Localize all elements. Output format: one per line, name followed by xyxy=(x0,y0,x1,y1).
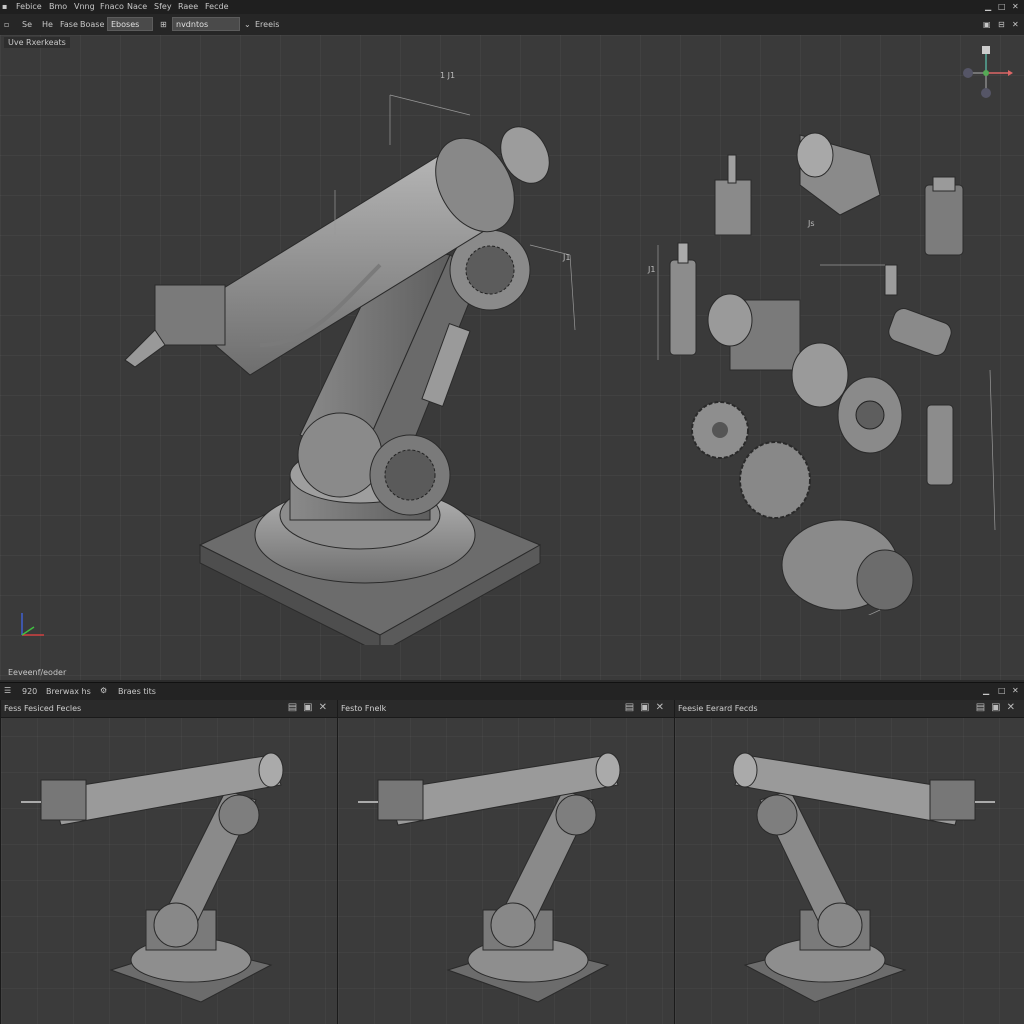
close-button[interactable]: ✕ xyxy=(1012,2,1019,11)
subview-1-robot-model[interactable] xyxy=(11,740,311,1010)
toolbar-close-icon[interactable]: ✕ xyxy=(1012,20,1019,29)
subview-2-title: Festo Fnelk xyxy=(341,704,387,713)
subview-2-controls[interactable]: ▤▣✕ xyxy=(625,702,670,713)
subview-1[interactable]: Fess Fesiced Fecles ▤▣✕ xyxy=(0,700,337,1024)
view-cube-gizmo[interactable] xyxy=(958,43,1014,103)
subview-2[interactable]: Festo Fnelk ▤▣✕ xyxy=(337,700,674,1024)
toolbar-dropdown[interactable]: Ereeis xyxy=(255,20,279,29)
maximize-button[interactable]: □ xyxy=(998,2,1006,11)
panel-settings-icon[interactable]: ⚙ xyxy=(100,686,107,695)
menu-item-5[interactable]: Nace xyxy=(127,2,147,11)
toolbar-item-1[interactable]: Se xyxy=(22,20,32,29)
panel-label-1: Brerwax hs xyxy=(46,687,91,696)
panel-label-2: Braes tits xyxy=(118,687,156,696)
subview-2-robot-model[interactable] xyxy=(348,740,648,1010)
main-viewport[interactable]: Uve Rxerkeats Eeveenf/eoder 1 J1 Js J1 J… xyxy=(0,35,1024,680)
subview-3-robot-model[interactable] xyxy=(705,740,1005,1010)
subview-3-header: Feesie Eerard Fecds ▤▣✕ xyxy=(675,700,1024,718)
menu-item-2[interactable]: Bmo xyxy=(49,2,67,11)
toolbar-grid-icon[interactable]: ⊞ xyxy=(160,20,167,29)
exploded-parts-view[interactable] xyxy=(640,115,1010,615)
toolbar-field-2[interactable]: nvdntos xyxy=(172,17,240,31)
menu-bar: ▪ Febice Bmo Vnng Fnaco Nace Sfey Raee F… xyxy=(0,0,1024,15)
menu-item-3[interactable]: Vnng xyxy=(74,2,95,11)
menu-item-7[interactable]: Raee xyxy=(178,2,198,11)
dimension-label-1: 1 J1 xyxy=(440,71,456,80)
subview-2-header: Festo Fnelk ▤▣✕ xyxy=(338,700,674,718)
subview-1-header: Fess Fesiced Fecles ▤▣✕ xyxy=(1,700,337,718)
toolbar: ▫ Se He Fase Boase Eboses ⊞ nvdntos ⌄ Er… xyxy=(0,14,1024,36)
toolbar-item-4[interactable]: Boase xyxy=(80,20,104,29)
subview-3-controls[interactable]: ▤▣✕ xyxy=(976,702,1021,713)
subview-1-title: Fess Fesiced Fecles xyxy=(4,704,82,713)
menu-item-6[interactable]: Sfey xyxy=(154,2,172,11)
menu-item-4[interactable]: Fnaco xyxy=(100,2,124,11)
axis-triad xyxy=(21,613,44,636)
viewport-bottom-label: Eeveenf/eoder xyxy=(8,668,67,677)
toolbar-panel-icon[interactable]: ▣ xyxy=(983,20,991,29)
minimize-button[interactable]: ▁ xyxy=(985,2,991,11)
panel-menu-icon[interactable]: ☰ xyxy=(4,686,11,695)
viewport-label: Uve Rxerkeats xyxy=(4,37,70,48)
menu-item-8[interactable]: Fecde xyxy=(205,2,228,11)
subview-1-controls[interactable]: ▤▣✕ xyxy=(288,702,333,713)
panel-field-1[interactable]: 920 xyxy=(22,687,37,696)
toolbar-item-2[interactable]: He xyxy=(42,20,53,29)
toolbar-field-1[interactable]: Eboses xyxy=(107,17,153,31)
toolbar-icon[interactable]: ▫ xyxy=(4,20,9,29)
panel-maximize-icon[interactable]: □ xyxy=(998,686,1006,695)
panel-minimize-icon[interactable]: ▁ xyxy=(983,686,989,695)
subview-3[interactable]: Feesie Eerard Fecds ▤▣✕ xyxy=(674,700,1024,1024)
dimension-label-4: J1 xyxy=(563,253,571,262)
subview-3-title: Feesie Eerard Fecds xyxy=(678,704,758,713)
panel-bar: ☰ 920 Brerwax hs ⚙ Braes tits ▁ □ ✕ xyxy=(0,682,1024,701)
app-icon[interactable]: ▪ xyxy=(2,2,12,12)
menu-item-1[interactable]: Febice xyxy=(16,2,42,11)
panel-close-icon[interactable]: ✕ xyxy=(1012,686,1019,695)
robot-arm-model[interactable] xyxy=(110,75,590,645)
toolbar-item-3[interactable]: Fase xyxy=(60,20,78,29)
toolbar-grid-icon-2[interactable]: ⊟ xyxy=(998,20,1005,29)
chevron-down-icon[interactable]: ⌄ xyxy=(244,20,251,29)
